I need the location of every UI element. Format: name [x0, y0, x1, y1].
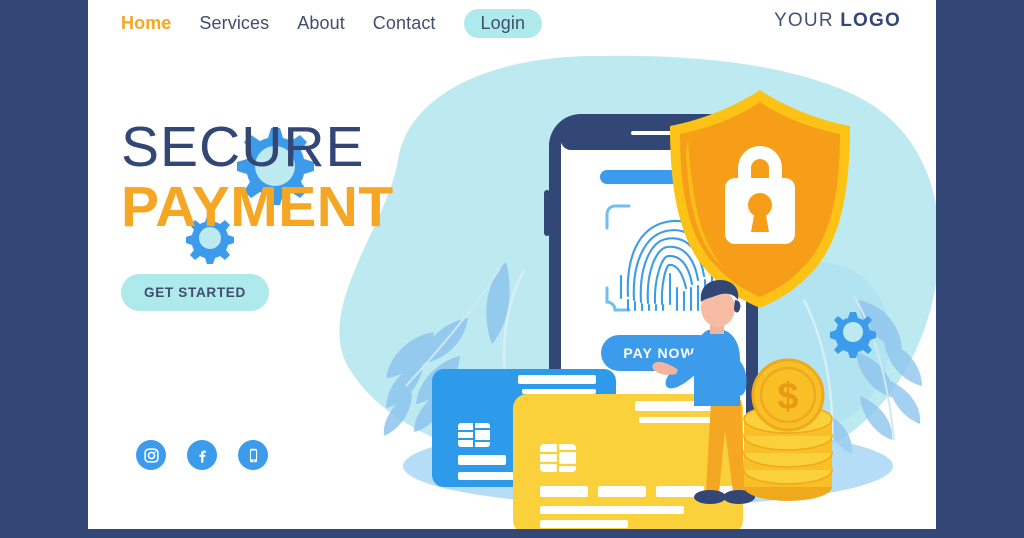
instagram-icon[interactable] — [136, 440, 166, 470]
logo-prefix: YOUR — [774, 10, 841, 31]
get-started-button[interactable]: GET STARTED — [121, 274, 269, 311]
browser-frame: PAY NOW $ Home Services About Contact Lo… — [0, 0, 1024, 538]
nav-item-login[interactable]: Login — [463, 8, 543, 38]
nav-links: Home Services About Contact Login — [121, 8, 543, 38]
page-title-line2: PAYMENT — [121, 175, 394, 239]
hero-text-block: SECURE PAYMENT GET STARTED — [121, 118, 394, 311]
nav-item-about[interactable]: About — [297, 13, 345, 34]
mobile-icon[interactable] — [238, 440, 268, 470]
nav-item-services[interactable]: Services — [199, 13, 269, 34]
social-links — [136, 440, 268, 470]
page-title-line1: SECURE — [121, 115, 365, 179]
main-navigation: Home Services About Contact Login YOUR L… — [88, 0, 936, 46]
coin-dollar-symbol: $ — [777, 376, 798, 418]
logo-bold: LOGO — [840, 10, 901, 31]
brand-logo[interactable]: YOUR LOGO — [774, 10, 901, 32]
nav-item-contact[interactable]: Contact — [373, 13, 436, 34]
facebook-icon[interactable] — [187, 440, 217, 470]
nav-item-home[interactable]: Home — [121, 13, 171, 34]
landing-page: PAY NOW $ Home Services About Contact Lo… — [88, 0, 936, 529]
gear-right-icon — [830, 312, 876, 358]
